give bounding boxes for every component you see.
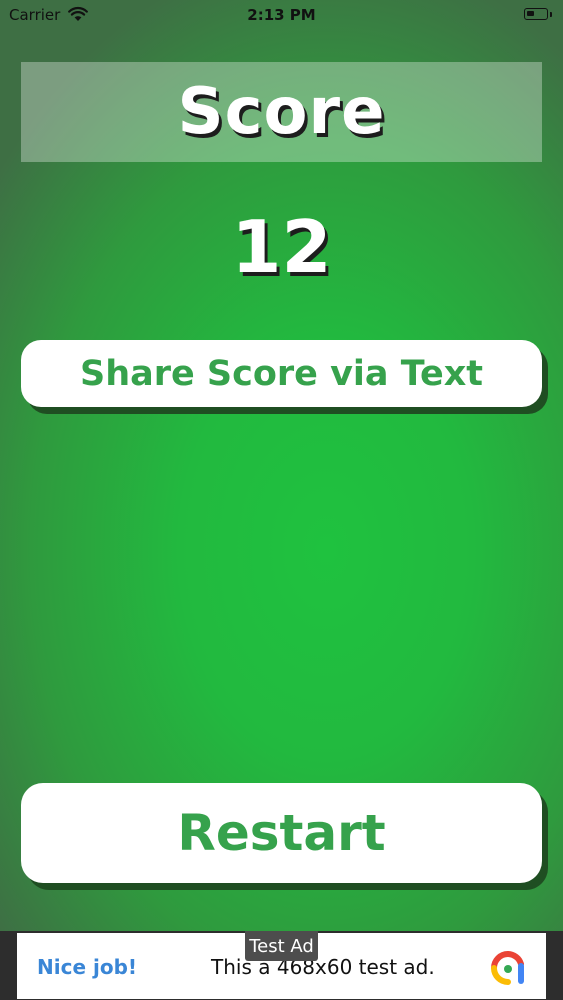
score-header: Score — [21, 62, 542, 162]
game-over-screen: Carrier 2:13 PM Score 12 Share Score via… — [0, 0, 563, 1000]
ad-headline[interactable]: Nice job! — [37, 955, 137, 979]
status-bar: Carrier 2:13 PM — [0, 0, 563, 30]
status-time: 2:13 PM — [247, 6, 316, 24]
battery-icon — [524, 8, 552, 20]
share-score-button[interactable]: Share Score via Text — [21, 340, 542, 407]
admob-logo-icon — [491, 951, 524, 985]
battery-level — [527, 11, 534, 16]
restart-button[interactable]: Restart — [21, 783, 542, 883]
score-title: Score — [177, 75, 386, 149]
score-value: 12 — [231, 205, 332, 289]
test-ad-badge: Test Ad — [245, 931, 318, 961]
